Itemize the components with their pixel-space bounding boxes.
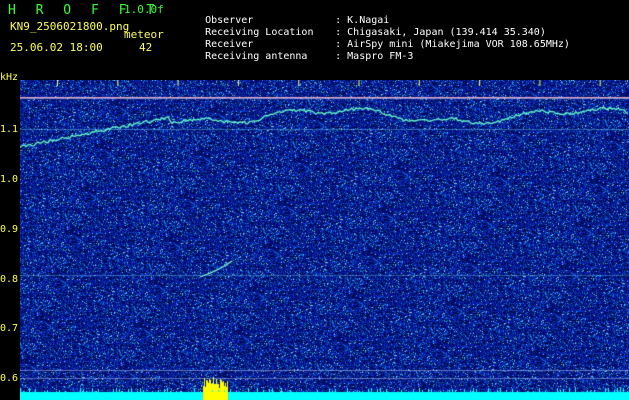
filename-label: KN9_2506021800.png [10, 20, 130, 33]
meteor-count: 42 [139, 41, 153, 54]
info-row-antenna: Receiving antenna: Maspro FM-3 [205, 51, 414, 62]
y-tick-label: 0.8 [0, 274, 19, 285]
spectrogram-plot [20, 80, 629, 400]
y-tick-label: 0.7 [0, 323, 19, 334]
y-tick-label: 1.1 [0, 124, 19, 135]
y-tick-label: 0.6 [0, 373, 19, 384]
y-tick-label: 1.0 [0, 174, 19, 185]
y-tick-label: 0.9 [0, 224, 19, 235]
info-value: Maspro FM-3 [347, 51, 414, 62]
version-label: 1.0.0f [124, 3, 164, 16]
info-key: Receiving antenna [205, 51, 308, 62]
spectrogram-window: H R O F F T 1.0.0f KN9_2506021800.png me… [0, 0, 629, 400]
timestamp-label: 25.06.02 18:00 [10, 41, 103, 54]
y-axis-unit: kHz [0, 72, 19, 83]
meteor-label: meteor [124, 28, 164, 41]
